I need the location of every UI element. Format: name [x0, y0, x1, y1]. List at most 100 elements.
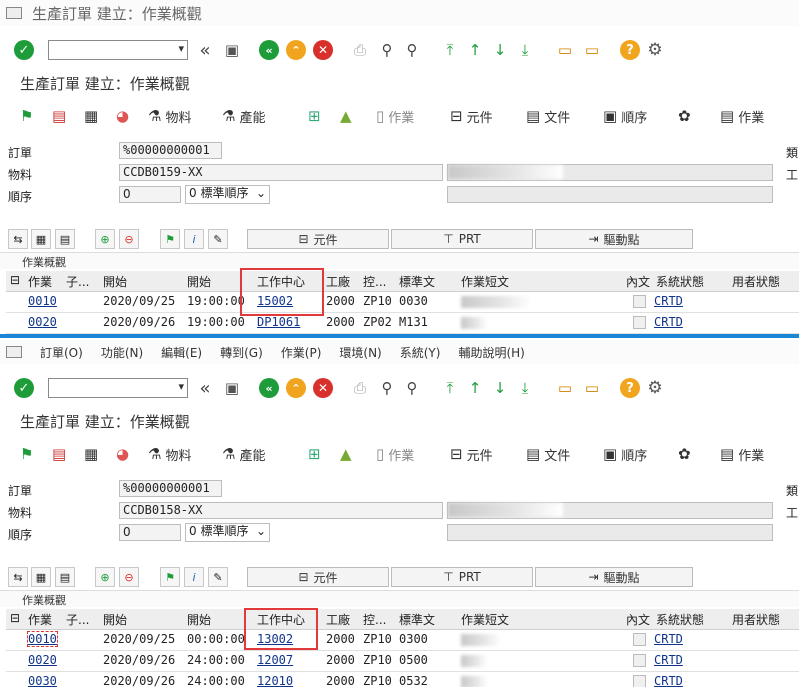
plant[interactable]: 2000 [326, 653, 355, 667]
menu-edit[interactable]: 編輯(E) [161, 344, 202, 361]
command-field[interactable]: ▾ [48, 40, 188, 60]
shortcut-icon[interactable]: ▭ [582, 40, 602, 60]
long-text-checkbox[interactable] [633, 654, 646, 667]
back-icon[interactable]: « [259, 378, 279, 398]
sequence-select[interactable]: 0 標準順序 ⌄ [185, 523, 270, 542]
work-center[interactable]: DP1061 [257, 315, 300, 329]
std-text-key[interactable]: 0030 [399, 294, 428, 308]
operation-button[interactable]: ▯ 作業 [376, 444, 414, 464]
op-number[interactable]: 0010 [27, 631, 58, 647]
cancel-icon[interactable]: ✕ [313, 40, 333, 60]
column-start-time[interactable]: 開始 [187, 611, 211, 628]
menu-operation[interactable]: 作業(P) [281, 344, 322, 361]
column-user-status[interactable]: 用者狀態 [732, 611, 780, 628]
first-page-icon[interactable]: ⤒ [440, 378, 460, 398]
op-number[interactable]: 0020 [28, 315, 57, 329]
column-std-text[interactable]: 標準文 [399, 273, 435, 290]
column-op[interactable]: 作業 [28, 273, 52, 290]
table-row[interactable]: 0010 2020/09/25 19:00:00 15002 2000 ZP10… [6, 292, 799, 313]
control-key[interactable]: ZP10 [363, 653, 392, 667]
document-button[interactable]: ▤ 文件 [526, 444, 570, 464]
system-status[interactable]: CRTD [654, 294, 683, 308]
table-row[interactable]: 0030 2020/09/26 24:00:00 12010 2000 ZP10… [6, 672, 799, 687]
next-page-icon[interactable]: ↓ [490, 40, 510, 60]
gear-icon[interactable]: ⚙ [645, 378, 665, 398]
print-icon[interactable]: ⎙ [350, 40, 370, 60]
calculator-icon[interactable]: ▦ [84, 444, 102, 464]
long-text-checkbox[interactable] [633, 675, 646, 687]
capacity-button[interactable]: ⚗ 產能 [222, 444, 265, 464]
sequence-button[interactable]: ▣ 順序 [603, 444, 647, 464]
double-left-arrow-icon[interactable]: « [195, 378, 215, 399]
prt-tab[interactable]: ⊤ PRT [391, 229, 533, 249]
start-date[interactable]: 2020/09/26 [103, 653, 175, 667]
component-button[interactable]: ⊟ 元件 [450, 106, 493, 126]
find-next-icon[interactable]: ⚲ [402, 40, 422, 60]
work-center[interactable]: 12007 [257, 653, 293, 667]
operation2-button[interactable]: ▤ 作業 [720, 106, 764, 126]
header-icon[interactable]: ▤ [52, 444, 70, 464]
control-key[interactable]: ZP02 [363, 315, 392, 329]
print-icon[interactable]: ⎙ [350, 378, 370, 398]
delete-row-icon[interactable]: ⊖ [119, 229, 139, 249]
gear-icon[interactable]: ⚙ [645, 40, 665, 60]
menu-function[interactable]: 功能(N) [101, 344, 143, 361]
long-text-checkbox[interactable] [633, 295, 646, 308]
create-session-icon[interactable]: ▭ [555, 378, 575, 398]
control-key[interactable]: ZP10 [363, 294, 392, 308]
double-left-arrow-icon[interactable]: « [195, 40, 215, 61]
exit-icon[interactable]: ⌃ [286, 378, 306, 398]
column-control[interactable]: 控... [363, 611, 386, 628]
column-sub[interactable]: 子... [66, 273, 89, 290]
operation-button[interactable]: ▯ 作業 [376, 106, 414, 126]
start-time[interactable]: 00:00:00 [187, 632, 245, 646]
column-system-status[interactable]: 系統狀態 [656, 611, 704, 628]
work-center[interactable]: 12010 [257, 674, 293, 687]
hierarchy-icon[interactable]: ⊞ [308, 444, 325, 464]
hat-icon[interactable]: ▲ [340, 444, 356, 464]
prt-tab[interactable]: ⊤ PRT [391, 567, 533, 587]
std-text-key[interactable]: M131 [399, 315, 428, 329]
edit-icon[interactable]: ✎ [208, 229, 228, 249]
start-time[interactable]: 24:00:00 [187, 653, 245, 667]
info-icon[interactable]: i [184, 229, 204, 249]
back-icon[interactable]: « [259, 40, 279, 60]
flag-icon[interactable]: ⚑ [160, 229, 180, 249]
menu-order[interactable]: 訂單(O) [40, 344, 83, 361]
menu-help[interactable]: 輔助說明(H) [458, 344, 524, 361]
std-text-key[interactable]: 0532 [399, 674, 428, 687]
start-date[interactable]: 2020/09/26 [103, 315, 175, 329]
op-number[interactable]: 0020 [28, 653, 57, 667]
sequence-select[interactable]: 0 標準順序 ⌄ [185, 185, 270, 204]
plant[interactable]: 2000 [326, 632, 355, 646]
trigger-point-tab[interactable]: ⇥ 驅動點 [535, 229, 693, 249]
last-page-icon[interactable]: ⤓ [515, 378, 535, 398]
column-long-text[interactable]: 內文 [626, 611, 650, 628]
edit-icon[interactable]: ✎ [208, 567, 228, 587]
order-field[interactable]: %00000000001 [119, 480, 222, 497]
command-field[interactable]: ▾ [48, 378, 188, 398]
details-icon[interactable]: ⇆ [8, 229, 28, 249]
trigger-point-tab[interactable]: ⇥ 驅動點 [535, 567, 693, 587]
deselect-icon[interactable]: ▤ [55, 229, 75, 249]
enter-icon[interactable]: ✓ [14, 378, 34, 398]
column-long-text[interactable]: 內文 [626, 273, 650, 290]
material-button[interactable]: ⚗ 物料 [148, 106, 191, 126]
shortcut-icon[interactable]: ▭ [582, 378, 602, 398]
column-short-text[interactable]: 作業短文 [461, 611, 509, 628]
material-field[interactable]: CCDB0158-XX [119, 502, 443, 519]
find-icon[interactable]: ⚲ [377, 378, 397, 398]
table-row[interactable]: 0020 2020/09/26 24:00:00 12007 2000 ZP10… [6, 651, 799, 672]
start-time[interactable]: 19:00:00 [187, 315, 245, 329]
start-date[interactable]: 2020/09/26 [103, 674, 175, 687]
start-date[interactable]: 2020/09/25 [103, 632, 175, 646]
chevron-down-icon[interactable]: ▾ [178, 42, 184, 55]
menu-system[interactable]: 系統(Y) [400, 344, 441, 361]
column-start-time[interactable]: 開始 [187, 273, 211, 290]
save-icon[interactable]: ▣ [222, 378, 242, 398]
hierarchy-icon[interactable]: ⊞ [308, 106, 325, 126]
sequence-field[interactable]: 0 [119, 524, 181, 541]
sequence-button[interactable]: ▣ 順序 [603, 106, 647, 126]
system-status[interactable]: CRTD [654, 674, 683, 687]
system-status[interactable]: CRTD [654, 315, 683, 329]
